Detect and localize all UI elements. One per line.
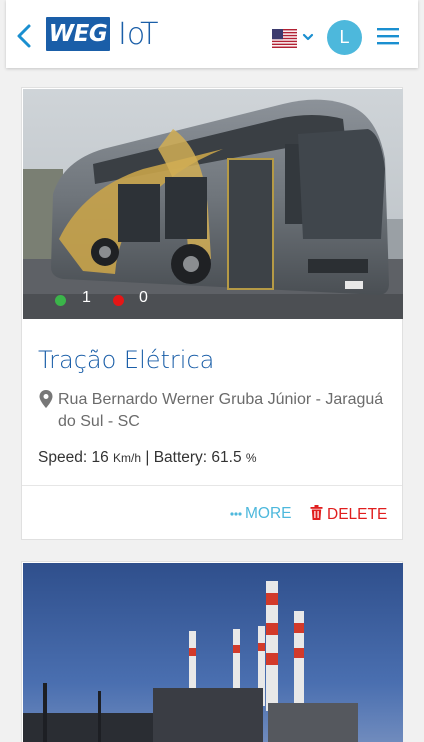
us-flag-icon[interactable] [272, 29, 297, 48]
delete-button-label: DELETE [327, 506, 388, 523]
industrial-chimneys-photo[interactable] [23, 563, 403, 742]
battery-label: Battery: [153, 449, 208, 466]
offline-count: 0 [139, 289, 148, 306]
device-card[interactable] [21, 561, 403, 742]
online-status-dot [55, 295, 66, 306]
device-address: Rua Bernardo Werner Gruba Júnior - Jarag… [58, 391, 384, 430]
device-card[interactable]: 1 0 Tração Elétrica Rua Bernardo Werner … [21, 87, 403, 540]
more-button-label: MORE [245, 505, 292, 522]
hamburger-menu-icon[interactable] [376, 26, 400, 46]
telemetry-separator: | [145, 449, 150, 466]
electric-bus-photo[interactable] [23, 89, 403, 319]
user-avatar[interactable]: L [327, 20, 362, 55]
online-count: 1 [82, 289, 91, 306]
card-divider [22, 485, 402, 486]
weg-logo[interactable]: WEG [46, 17, 110, 51]
speed-unit: Km/h [113, 451, 142, 465]
location-pin-icon [39, 390, 53, 408]
more-dots-icon [230, 512, 242, 516]
device-telemetry: Speed: 16 Km/h | Battery: 61.5 % [38, 449, 257, 467]
chevron-down-icon[interactable] [302, 30, 314, 44]
app-title: IoT [118, 17, 159, 52]
more-button[interactable]: MORE [230, 505, 292, 523]
speed-label: Speed: [38, 449, 88, 466]
delete-button[interactable]: DELETE [310, 505, 387, 524]
logo-text: WEG [48, 21, 108, 47]
speed-value: 16 [91, 449, 109, 466]
battery-unit: % [245, 451, 257, 465]
device-title[interactable]: Tração Elétrica [38, 346, 214, 374]
battery-value: 61.5 [211, 449, 242, 466]
offline-status-dot [113, 295, 124, 306]
top-app-bar: WEG IoT L [6, 0, 418, 68]
trash-icon [310, 505, 323, 520]
back-arrow-icon[interactable] [12, 22, 36, 50]
